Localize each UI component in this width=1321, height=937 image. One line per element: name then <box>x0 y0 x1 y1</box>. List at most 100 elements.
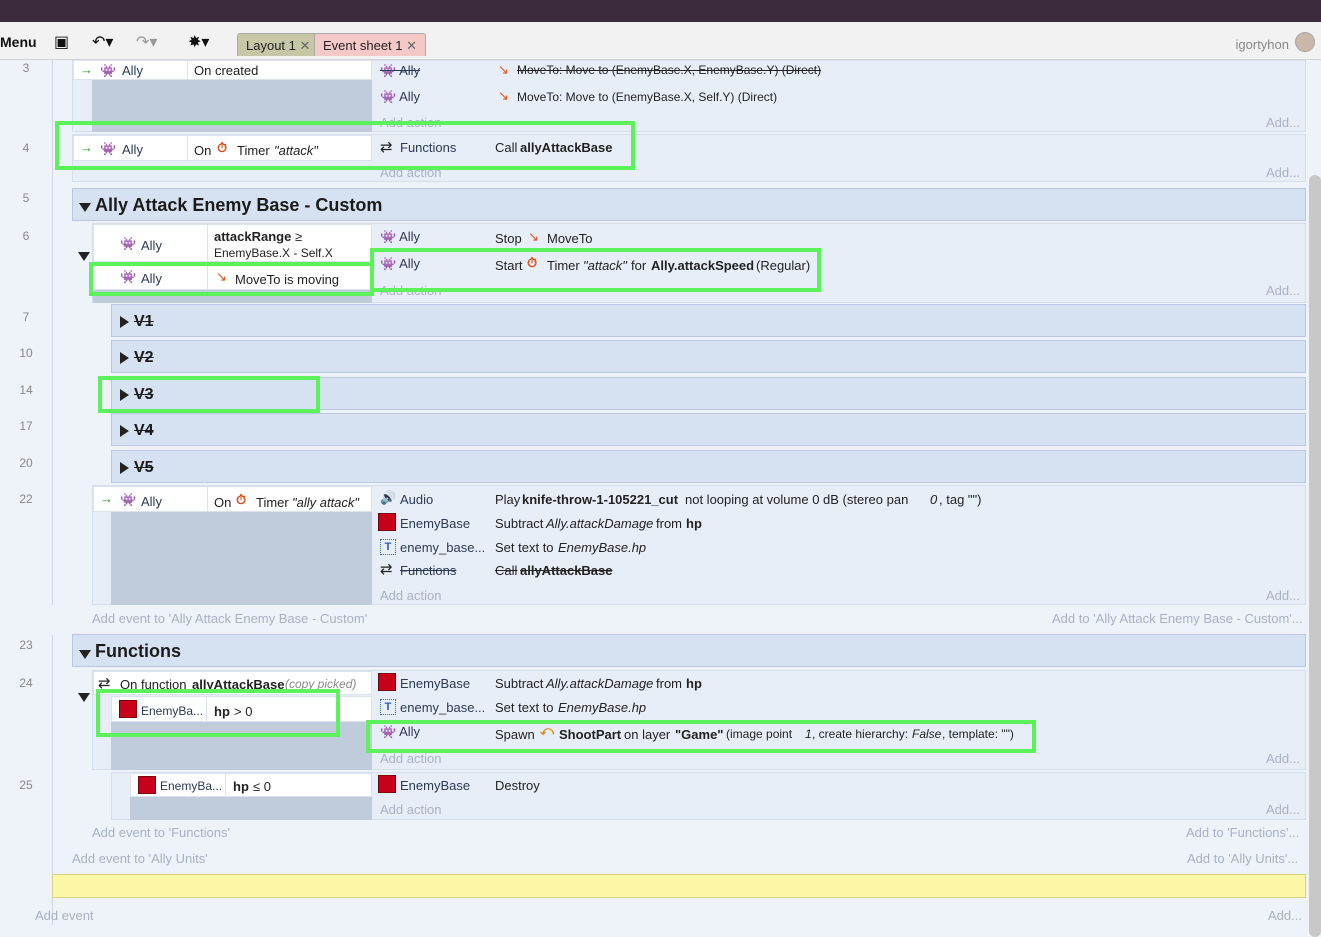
ally-sprite-icon: 👾 <box>100 63 117 78</box>
add-link[interactable]: Add... <box>1268 908 1302 923</box>
add-to-group-link[interactable]: Add to 'Ally Units'... <box>1187 851 1298 866</box>
redo-icon[interactable]: ↷▾ <box>136 32 157 52</box>
add-action-link[interactable]: Add action <box>380 751 441 766</box>
action-row[interactable]: ⇄ Functions Call allyAttackBase <box>380 560 1300 580</box>
action-object: 👾 Ally <box>380 89 421 104</box>
add-event-link[interactable]: Add event to 'Ally Units' <box>72 851 208 866</box>
collapse-triangle-icon[interactable] <box>79 200 91 215</box>
enemy-base-icon <box>378 673 396 691</box>
add-link[interactable]: Add... <box>1266 588 1300 603</box>
collapse-triangle-icon[interactable] <box>79 647 91 662</box>
action-row[interactable]: T enemy_base... Set text to EnemyBase.hp <box>378 537 1298 557</box>
text-object-icon: T <box>380 698 396 715</box>
action-row[interactable]: 🔊 Audio Play knife-throw-1-105221_cut no… <box>380 490 1300 510</box>
add-link[interactable]: Add... <box>1266 115 1300 130</box>
expand-triangle-icon[interactable] <box>120 389 129 404</box>
subgroup-header[interactable]: V1 <box>111 304 1306 337</box>
action-row[interactable]: ⇄ Functions Call allyAttackBase <box>380 138 1300 158</box>
save-icon[interactable]: ▣ <box>54 32 69 52</box>
add-link[interactable]: Add... <box>1266 165 1300 180</box>
condition-row[interactable]: 👾 Ally ↘ MoveTo is moving <box>93 264 372 291</box>
add-event-link[interactable]: Add event to 'Ally Attack Enemy Base - C… <box>92 611 367 626</box>
moveto-icon: ↘ <box>216 269 227 284</box>
condition-row[interactable]: → 👾 Ally On ⏱ Timer "attack" <box>73 135 372 162</box>
add-event-link[interactable]: Add event <box>35 908 94 923</box>
action-row[interactable]: EnemyBase Subtract Ally.attackDamage fro… <box>378 672 1298 694</box>
divider <box>207 225 208 263</box>
group-header[interactable]: Functions <box>72 634 1306 667</box>
action-row[interactable]: 👾 Ally Stop ↘ MoveTo <box>380 228 1300 248</box>
action-row[interactable]: 👾 Ally ↘ MoveTo: Move to (EnemyBase.X, E… <box>380 62 1300 82</box>
expand-triangle-icon[interactable] <box>120 352 129 367</box>
add-link[interactable]: Add... <box>1266 283 1300 298</box>
username: igortyhon <box>1235 37 1289 52</box>
subgroup-header[interactable]: V2 <box>111 340 1306 373</box>
tab-layout[interactable]: Layout 1 ✕ <box>237 33 320 56</box>
action-verb: Spawn <box>495 727 535 742</box>
condition-note: (copy picked) <box>285 677 357 691</box>
line-number: 10 <box>19 346 33 360</box>
condition-expression-rest: EnemyBase.X - Self.X <box>214 246 333 260</box>
timer-icon: ⏱ <box>217 140 228 155</box>
condition-padding <box>111 512 372 605</box>
subgroup-header[interactable]: V3 <box>111 377 1306 410</box>
condition-row[interactable]: EnemyBa... hp ≤ 0 <box>130 773 372 798</box>
close-icon[interactable]: ✕ <box>300 38 311 53</box>
action-row[interactable]: EnemyBase Destroy <box>378 774 1298 796</box>
condition-row[interactable]: EnemyBa... hp > 0 <box>111 696 372 723</box>
expand-triangle-icon[interactable] <box>120 462 129 477</box>
add-action-link[interactable]: Add action <box>380 588 441 603</box>
action-expr: Ally.attackDamage <box>546 516 654 531</box>
add-link[interactable]: Add... <box>1266 802 1300 817</box>
line-number: 24 <box>19 676 33 690</box>
action-verb: Subtract <box>495 516 544 531</box>
enemy-base-icon <box>119 700 137 718</box>
action-row[interactable]: 👾 Ally Start ⏱ Timer "attack" for Ally.a… <box>380 255 1300 277</box>
condition-row[interactable]: ⇄ On function allyAttackBase (copy picke… <box>93 671 372 695</box>
action-object: Functions <box>400 140 457 155</box>
undo-icon[interactable]: ↶▾ <box>92 32 113 52</box>
action-row[interactable]: EnemyBase Subtract Ally.attackDamage fro… <box>378 512 1298 534</box>
subgroup-header[interactable]: V4 <box>111 413 1306 446</box>
condition-row[interactable]: → 👾 Ally On created <box>73 60 372 81</box>
action-object: Audio <box>400 492 434 507</box>
action-var: hp <box>686 516 702 531</box>
subgroup-header[interactable]: V5 <box>111 450 1306 483</box>
action-row[interactable]: 👾 Ally ↘ MoveTo: Move to (EnemyBase.X, S… <box>380 88 1300 108</box>
condition-row[interactable]: 👾 Ally attackRange ≥ EnemyBase.X - Self.… <box>93 224 372 263</box>
debug-bug-icon[interactable]: ✸▾ <box>188 32 209 52</box>
add-action-link[interactable]: Add action <box>380 802 441 817</box>
action-object: 👾 Ally <box>380 229 421 244</box>
expand-triangle-icon[interactable] <box>120 316 129 331</box>
condition-object: EnemyBa... <box>141 704 204 718</box>
menu-button[interactable]: Menu <box>0 34 37 50</box>
moveto-icon: ↘ <box>528 229 539 244</box>
line-number: 3 <box>22 61 30 75</box>
add-link[interactable]: Add... <box>1266 751 1300 766</box>
add-action-link[interactable]: Add action <box>380 115 441 130</box>
vertical-scrollbar[interactable] <box>1309 175 1321 937</box>
avatar[interactable] <box>1295 32 1315 52</box>
function-loop-icon: ⇄ <box>380 561 393 578</box>
action-row[interactable]: 👾 Ally Spawn ⤺ ShootPart on layer "Game"… <box>380 723 1300 745</box>
add-action-link[interactable]: Add action <box>380 283 441 298</box>
new-event-placeholder[interactable] <box>52 874 1306 898</box>
add-to-group-link[interactable]: Add to 'Functions'... <box>1186 825 1299 840</box>
event-sheet: 3 4 5 6 7 10 14 17 20 22 23 24 25 → 👾 Al… <box>0 60 1321 937</box>
line-number: 22 <box>19 492 33 506</box>
expand-triangle-icon[interactable] <box>78 249 90 264</box>
tab-layout-label: Layout 1 <box>246 38 296 53</box>
enemy-base-icon <box>378 775 396 793</box>
action-row[interactable]: T enemy_base... Set text to EnemyBase.hp <box>378 697 1298 717</box>
group-header[interactable]: Ally Attack Enemy Base - Custom <box>72 188 1306 221</box>
condition-row[interactable]: → 👾 Ally On ⏱ Timer "ally attack" <box>93 486 372 513</box>
expand-triangle-icon[interactable] <box>120 425 129 440</box>
tab-event-sheet[interactable]: Event sheet 1 ✕ <box>314 33 427 56</box>
add-event-link[interactable]: Add event to 'Functions' <box>92 825 230 840</box>
action-verb: Subtract <box>495 676 544 691</box>
add-action-link[interactable]: Add action <box>380 165 441 180</box>
close-icon[interactable]: ✕ <box>406 38 417 53</box>
add-to-group-link[interactable]: Add to 'Ally Attack Enemy Base - Custom'… <box>1052 611 1303 626</box>
expand-triangle-icon[interactable] <box>78 690 90 705</box>
action-timer-name: "attack" <box>583 258 627 273</box>
